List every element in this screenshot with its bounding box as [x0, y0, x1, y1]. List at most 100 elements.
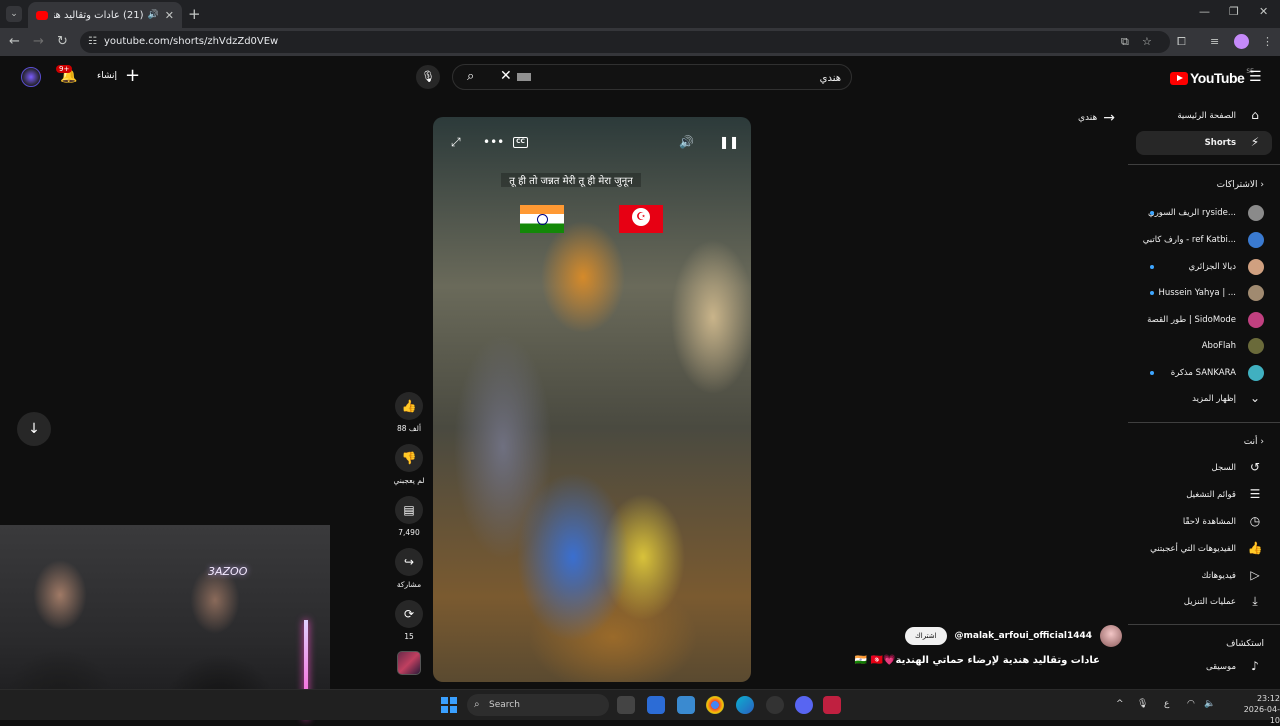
captions-icon[interactable]: CC: [513, 137, 528, 148]
sidebar-item-playlists[interactable]: قوائم التشغيل ☰: [1136, 483, 1272, 507]
address-bar[interactable]: ☷ youtube.com/shorts/zhVdzZd0VEw: [80, 31, 1170, 53]
minimize-button[interactable]: —: [1199, 5, 1210, 18]
sidebar-subscription[interactable]: وارف كاتبي - ref Katbi...: [1136, 228, 1272, 252]
volume-icon[interactable]: 🔊: [679, 135, 694, 149]
youtube-logo[interactable]: YouTube SE: [1170, 68, 1254, 86]
next-video-arrow-icon[interactable]: ↓: [17, 412, 51, 446]
store-icon[interactable]: [647, 696, 665, 714]
youtube-favicon-icon: [36, 10, 48, 20]
app-icon[interactable]: [677, 696, 695, 714]
sidebar-subscription[interactable]: ديالا الجزائري: [1136, 255, 1272, 279]
new-content-dot: [1150, 291, 1154, 295]
close-window-button[interactable]: ✕: [1259, 5, 1268, 18]
sidebar-subscription[interactable]: مذكرة SANKARA: [1136, 361, 1272, 385]
browser-tab-active[interactable]: (21) عادات وتقاليد هندية لإرضاء 🔊 ✕: [28, 2, 182, 28]
subscriptions-header[interactable]: الاشتراكات ›: [1217, 180, 1264, 190]
task-view-icon[interactable]: [617, 696, 635, 714]
discord-icon[interactable]: [795, 696, 813, 714]
back-label: هندي: [1078, 113, 1098, 123]
browser-menu-icon[interactable]: ⋮: [1262, 35, 1273, 48]
subscription-label: مذكرة SANKARA: [1170, 368, 1236, 378]
subscribe-button[interactable]: اشتراك: [905, 627, 947, 645]
wifi-icon[interactable]: ◠: [1187, 699, 1195, 709]
chrome-icon[interactable]: [706, 696, 724, 714]
sidebar-item-watch-later[interactable]: المشاهدة لاحقًا ◷: [1136, 510, 1272, 534]
like-button[interactable]: 👍: [395, 392, 423, 420]
browser-tab-strip: ⌄ (21) عادات وتقاليد هندية لإرضاء 🔊 ✕ + …: [0, 0, 1280, 28]
video-title[interactable]: عادات وتقاليد هندية لإرضاء حماتي الهندية…: [855, 655, 1100, 666]
keyboard-icon[interactable]: [517, 73, 531, 81]
channel-avatar[interactable]: [1100, 625, 1123, 647]
voice-search-mic-icon[interactable]: 🎙: [416, 65, 440, 89]
volume-icon[interactable]: 🔈: [1204, 699, 1215, 709]
cast-icon[interactable]: ⧉: [1121, 35, 1129, 49]
neon-sign-text: 3AZOO: [208, 565, 248, 578]
you-header[interactable]: أنت ›: [1244, 437, 1264, 447]
profile-avatar[interactable]: [1234, 34, 1249, 49]
clear-search-icon[interactable]: ✕: [500, 68, 512, 84]
back-arrow-icon[interactable]: ←: [9, 34, 20, 49]
sidebar-item-liked[interactable]: الفيديوهات التي أعجبتني 👍: [1136, 537, 1272, 561]
taskbar-search-label: Search: [489, 700, 520, 710]
more-options-icon[interactable]: •••: [483, 135, 504, 149]
show-more-label: إظهار المزيد: [1192, 394, 1236, 404]
youtube-play-icon: [1170, 71, 1188, 85]
sidebar-subscription[interactable]: Hussein Yahya | ...: [1136, 281, 1272, 305]
account-avatar[interactable]: [21, 67, 41, 87]
app-icon[interactable]: [823, 696, 841, 714]
tab-search-button[interactable]: ⌄: [6, 6, 22, 22]
sidebar-item-label: عمليات التنزيل: [1183, 597, 1236, 607]
reload-icon[interactable]: ↻: [57, 34, 68, 49]
search-box[interactable]: ⌕ ✕: [452, 64, 852, 90]
reading-list-icon[interactable]: ≡: [1210, 35, 1219, 48]
pause-icon[interactable]: ❚❚: [719, 135, 739, 149]
sidebar-subscription[interactable]: الريف السوري ryside...: [1136, 201, 1272, 225]
restore-button[interactable]: ❐: [1229, 5, 1239, 18]
extensions-icon[interactable]: ⧠: [1177, 35, 1186, 49]
hamburger-menu-icon[interactable]: ☰: [1249, 69, 1262, 85]
sidebar-item-music[interactable]: موسيقى ♪: [1136, 655, 1272, 679]
system-clock[interactable]: 23:12 2026-04-10: [1236, 693, 1280, 726]
remix-icon: ⟳: [403, 607, 415, 621]
app-icon[interactable]: [766, 696, 784, 714]
sidebar-item-your-videos[interactable]: فيديوهاتك ▷: [1136, 564, 1272, 588]
sidebar-item-home[interactable]: الصفحة الرئيسية ⌂: [1136, 104, 1272, 128]
search-icon[interactable]: ⌕: [467, 69, 474, 84]
shorts-video-player[interactable]: ⤢ ••• CC 🔊 ❚❚ तू ही तो जन्नत मेरी तू ही …: [433, 117, 751, 682]
tray-mic-icon[interactable]: 🎙: [1137, 699, 1148, 709]
back-to-search-button[interactable]: هندي →: [1078, 110, 1115, 126]
input-language[interactable]: ع: [1164, 699, 1169, 709]
taskbar-search[interactable]: ⌕ Search: [467, 694, 609, 716]
sidebar-item-downloads[interactable]: عمليات التنزيل ⤓: [1136, 590, 1272, 614]
dislike-button[interactable]: 👎: [395, 444, 423, 472]
remix-button[interactable]: ⟳: [395, 600, 423, 628]
edge-icon[interactable]: [736, 696, 754, 714]
sidebar-show-more[interactable]: إظهار المزيد ⌄: [1136, 387, 1272, 411]
channel-avatar: [1248, 232, 1264, 248]
share-button[interactable]: ↪: [395, 548, 423, 576]
new-content-dot: [1150, 371, 1154, 375]
channel-avatar: [1248, 365, 1264, 381]
new-content-dot: [1150, 265, 1154, 269]
windows-start-icon[interactable]: [441, 697, 457, 713]
create-button[interactable]: إنشاء +: [97, 67, 140, 85]
notifications-bell-icon[interactable]: 🔔 9+: [56, 65, 77, 84]
channel-name[interactable]: @malak_arfoui_official1444: [955, 631, 1093, 641]
tab-close-icon[interactable]: ✕: [165, 9, 174, 22]
forward-arrow-icon[interactable]: →: [33, 34, 44, 49]
sidebar-subscription[interactable]: طور القصة | SidoMode: [1136, 308, 1272, 332]
sidebar-item-history[interactable]: السجل ↺: [1136, 456, 1272, 480]
site-info-icon[interactable]: ☷: [88, 31, 97, 53]
sound-thumbnail[interactable]: [397, 651, 421, 675]
expand-icon[interactable]: ⤢: [451, 135, 461, 150]
comments-button[interactable]: ▤: [395, 496, 423, 524]
sidebar-item-shorts[interactable]: Shorts ⚡: [1136, 131, 1272, 155]
shorts-icon: ⚡: [1250, 135, 1260, 149]
sidebar-subscription[interactable]: AboFlah: [1136, 334, 1272, 358]
tray-chevron-icon[interactable]: ^: [1116, 699, 1124, 709]
tab-audio-icon[interactable]: 🔊: [148, 10, 159, 20]
search-input[interactable]: [541, 69, 841, 87]
bookmark-star-icon[interactable]: ☆: [1142, 35, 1152, 48]
sidebar-item-label: Shorts: [1204, 138, 1236, 148]
new-tab-button[interactable]: +: [188, 5, 201, 23]
